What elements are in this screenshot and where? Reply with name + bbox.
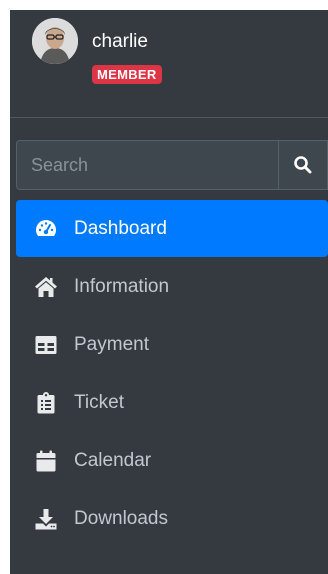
download-icon: [33, 506, 59, 532]
role-badge: MEMBER: [92, 65, 162, 84]
sidebar-search: [16, 140, 328, 190]
sidebar: charlie MEMBER Search Dashboard Informat…: [0, 0, 328, 574]
username[interactable]: charlie: [92, 31, 148, 53]
search-icon: [294, 156, 312, 174]
nav-label: Information: [74, 275, 170, 297]
sidebar-item-calendar[interactable]: Calendar: [16, 432, 328, 489]
calendar-icon: [33, 448, 59, 474]
sidebar-nav: Dashboard Information Payment Ticket Cal…: [16, 200, 328, 548]
sidebar-item-information[interactable]: Information: [16, 258, 328, 315]
user-panel: charlie MEMBER: [10, 10, 328, 118]
user-avatar[interactable]: [32, 18, 78, 64]
tachometer-icon: [33, 216, 59, 242]
avatar-image: [32, 18, 78, 64]
sidebar-item-downloads[interactable]: Downloads: [16, 490, 328, 547]
home-icon: [33, 274, 59, 300]
search-input[interactable]: [16, 140, 278, 190]
clipboard-icon: [33, 390, 59, 416]
nav-label: Downloads: [74, 507, 168, 529]
nav-label: Calendar: [74, 449, 152, 471]
sidebar-item-ticket[interactable]: Ticket: [16, 374, 328, 431]
sidebar-item-payment[interactable]: Payment: [16, 316, 328, 373]
sidebar-item-dashboard[interactable]: Dashboard: [16, 200, 328, 257]
nav-label: Payment: [74, 333, 149, 355]
nav-label: Ticket: [74, 391, 124, 413]
nav-label: Dashboard: [74, 217, 167, 239]
table-icon: [33, 332, 59, 358]
search-button[interactable]: [278, 140, 328, 190]
